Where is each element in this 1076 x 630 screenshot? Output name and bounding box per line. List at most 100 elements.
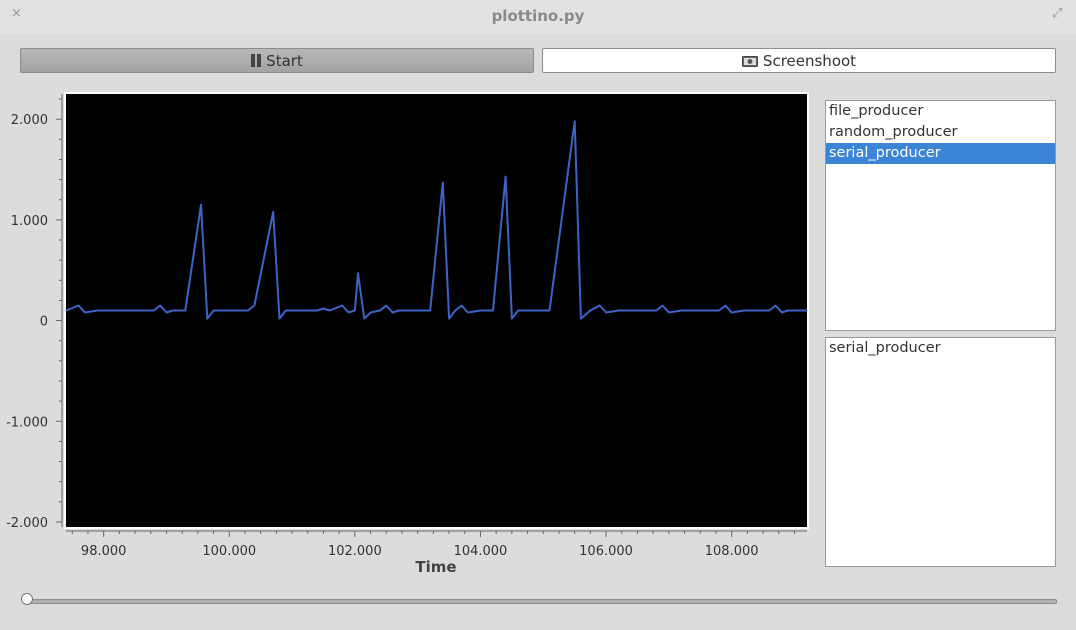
data-point — [77, 304, 80, 307]
data-point — [580, 317, 582, 320]
data-point — [253, 304, 255, 307]
data-point — [128, 309, 130, 312]
data-point — [479, 309, 482, 312]
data-point — [329, 309, 331, 312]
data-point — [668, 311, 670, 314]
data-point — [247, 309, 249, 312]
data-point — [442, 182, 444, 184]
y-axis: 2.000 1.000 0 -1.000 -2.000 — [6, 94, 63, 531]
data-point — [743, 309, 745, 312]
data-point — [454, 309, 456, 312]
data-point — [417, 309, 419, 312]
list-item[interactable]: random_producer — [826, 122, 1055, 143]
time-slider-handle[interactable] — [21, 593, 33, 605]
x-axis-label: Time — [415, 558, 456, 576]
data-point — [643, 309, 645, 312]
data-point — [605, 311, 607, 314]
data-point — [200, 204, 202, 206]
data-point — [84, 311, 86, 314]
data-point — [630, 309, 632, 312]
data-point — [618, 309, 620, 312]
y-tick-label: -2.000 — [6, 516, 48, 531]
data-point — [429, 309, 431, 312]
data-point — [178, 309, 180, 312]
data-point — [184, 309, 186, 312]
start-button-label: Start — [266, 51, 303, 70]
data-point — [206, 317, 208, 320]
data-point — [234, 309, 237, 312]
data-point — [731, 311, 733, 314]
maximize-icon[interactable]: ⤢ — [1052, 6, 1062, 21]
data-point — [172, 309, 174, 312]
active-producer-list[interactable]: serial_producer — [825, 337, 1056, 567]
data-point — [398, 309, 400, 312]
data-point — [523, 309, 526, 312]
data-point — [357, 272, 359, 274]
data-point — [212, 309, 215, 312]
data-point — [680, 309, 683, 312]
y-tick-label: 1.000 — [11, 214, 48, 229]
y-tick-label: 2.000 — [11, 113, 48, 128]
data-point — [705, 309, 708, 312]
list-item[interactable]: serial_producer — [826, 338, 1055, 359]
data-point — [448, 317, 450, 320]
data-point — [65, 309, 67, 312]
window-titlebar: × plottino.py ⤢ — [0, 0, 1076, 34]
data-point — [140, 309, 142, 312]
list-item[interactable]: file_producer — [826, 101, 1055, 122]
data-point — [165, 311, 168, 314]
data-point — [316, 309, 318, 312]
time-plot[interactable]: 2.000 1.000 0 -1.000 -2.000 98.000 100.000 102… — [0, 88, 820, 578]
producer-list[interactable]: file_producer random_producer serial_produ… — [825, 100, 1056, 331]
data-point — [504, 175, 507, 178]
start-button[interactable]: Start — [20, 48, 534, 73]
data-point — [793, 309, 796, 312]
data-point — [153, 309, 155, 312]
x-tick-label: 100.000 — [202, 544, 256, 559]
data-point — [272, 211, 274, 213]
camera-icon — [741, 55, 758, 67]
data-point — [548, 309, 551, 312]
data-point — [724, 304, 726, 307]
data-point — [756, 309, 758, 312]
data-point — [467, 311, 469, 314]
data-point — [363, 317, 365, 320]
pause-icon — [251, 54, 262, 67]
plot-canvas[interactable]: 2.000 1.000 0 -1.000 -2.000 98.000 100.000 102… — [0, 88, 820, 578]
data-point — [103, 309, 105, 312]
data-point — [461, 304, 463, 307]
list-item[interactable]: serial_producer — [826, 143, 1055, 164]
x-axis: 98.000 100.000 102.000 104.000 106.000 108.00… — [66, 530, 807, 559]
data-point — [159, 304, 161, 307]
data-point — [222, 309, 224, 312]
screenshot-button[interactable]: Screenshoot — [542, 48, 1056, 73]
x-tick-label: 104.000 — [454, 544, 508, 559]
data-point — [322, 307, 325, 310]
data-point — [278, 317, 281, 320]
data-point — [768, 309, 770, 312]
data-point — [718, 309, 720, 312]
data-point — [775, 304, 777, 307]
data-point — [291, 309, 293, 312]
x-tick-label: 108.000 — [705, 544, 759, 559]
data-point — [341, 304, 343, 307]
data-point — [285, 309, 287, 312]
data-point — [517, 309, 519, 312]
data-point — [574, 120, 576, 122]
data-point — [385, 304, 387, 307]
data-point — [304, 309, 306, 312]
data-point — [589, 309, 591, 312]
y-tick-label: 0 — [40, 315, 48, 330]
data-point — [115, 309, 117, 312]
data-point — [404, 309, 406, 312]
data-point — [781, 311, 783, 314]
data-point — [492, 309, 494, 312]
window-title: plottino.py — [491, 7, 585, 25]
time-slider-track[interactable] — [24, 599, 1057, 604]
data-point — [228, 309, 230, 312]
data-point — [655, 309, 657, 312]
y-tick-label: -1.000 — [6, 415, 48, 430]
x-tick-label: 102.000 — [328, 544, 382, 559]
data-point — [379, 309, 381, 312]
data-point — [391, 311, 394, 314]
